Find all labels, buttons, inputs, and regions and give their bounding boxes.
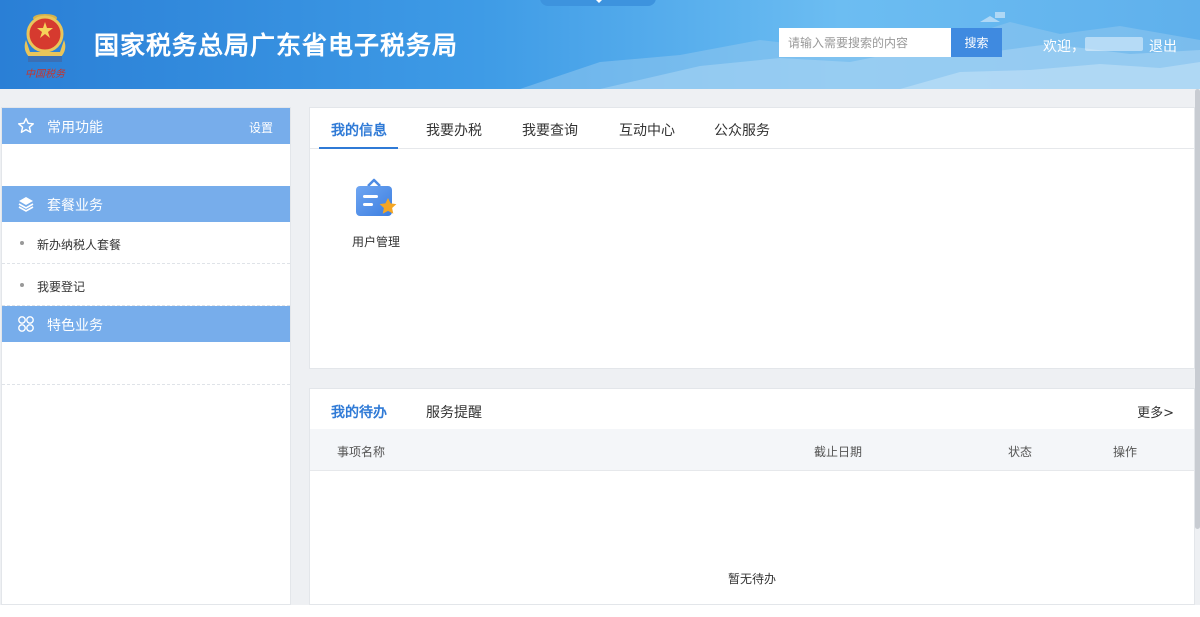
settings-link[interactable]: 设置 [249,119,273,136]
sidebar-section-label: 特色业务 [47,318,103,334]
tax-emblem-icon: 中国税务 [24,14,66,80]
main-tabs: 我的信息 我要办税 我要查询 互动中心 公众服务 [310,108,1194,149]
sidebar-item-label: 新办纳税人套餐 [37,238,122,252]
layers-icon [18,197,34,212]
star-icon [18,117,34,133]
grid-icon [18,316,34,332]
logout-link[interactable]: 退出 [1149,36,1177,56]
app-user-management[interactable]: 用户管理 [346,172,406,252]
page-footer-strip [0,605,1200,617]
sidebar-item-new-taxpayer-package[interactable]: 新办纳税人套餐 [2,222,290,264]
tab-interaction-center[interactable]: 互动中心 [619,120,675,140]
user-management-icon [356,178,397,216]
search-button[interactable]: 搜索 [951,28,1002,57]
tab-service-reminder[interactable]: 服务提醒 [426,402,482,422]
page-scrollbar[interactable] [1195,89,1200,529]
bullet-icon [20,283,24,287]
tab-tax-handling[interactable]: 我要办税 [426,120,482,140]
tab-my-info[interactable]: 我的信息 [331,120,387,140]
todo-panel: 我的待办 服务提醒 更多> 事项名称 截止日期 状态 操作 暂无待办 [309,388,1195,605]
app-label: 用户管理 [351,235,400,249]
sidebar: 常用功能 设置 套餐业务 新办纳税人套餐 我要登记 特色业务 [1,107,291,605]
sidebar-item-register[interactable]: 我要登记 [2,264,290,306]
sidebar-section-package[interactable]: 套餐业务 [2,186,290,222]
sidebar-divider [2,342,290,385]
tab-public-service[interactable]: 公众服务 [714,120,770,140]
site-title: 国家税务总局广东省电子税务局 [94,31,459,60]
column-header-action: 操作 [1113,445,1138,459]
sidebar-section-label: 套餐业务 [47,198,103,214]
sidebar-item-label: 我要登记 [37,280,86,294]
chevron-down-icon [594,0,604,4]
search-input[interactable] [779,28,951,57]
todo-table-header: 事项名称 截止日期 状态 操作 [310,429,1194,471]
column-header-name: 事项名称 [337,445,386,459]
sidebar-section-common[interactable]: 常用功能 设置 [2,108,290,144]
tab-my-todo[interactable]: 我的待办 [331,402,387,422]
sidebar-section-label: 常用功能 [47,120,103,136]
column-header-status: 状态 [1008,445,1033,459]
empty-todo-message: 暂无待办 [727,572,776,586]
active-tab-indicator [319,147,398,149]
site-header: 中国税务 国家税务总局广东省电子税务局 搜索 欢迎， 退出 [0,0,1200,89]
tab-query[interactable]: 我要查询 [522,120,578,140]
sidebar-section-special[interactable]: 特色业务 [2,306,290,342]
welcome-text: 欢迎， [1043,39,1085,55]
column-header-deadline: 截止日期 [814,445,863,459]
username-redacted [1085,37,1143,51]
bullet-icon [20,241,24,245]
emblem-caption: 中国税务 [25,68,66,80]
more-link[interactable]: 更多> [1137,402,1174,421]
info-panel: 我的信息 我要办税 我要查询 互动中心 公众服务 用户管理 [309,107,1195,369]
